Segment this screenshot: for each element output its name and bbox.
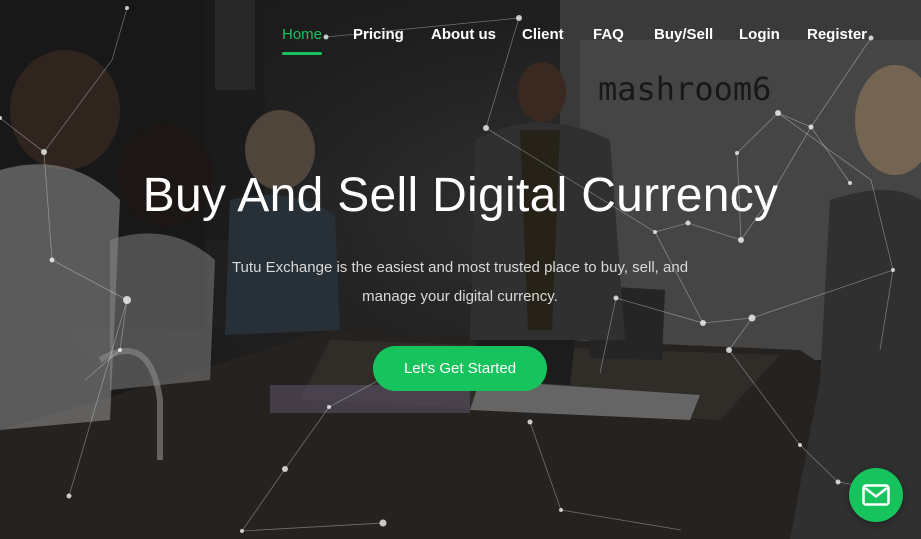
hero-section: mashroom6 Home Pricing About us Client F… <box>0 0 921 539</box>
hero-title: Buy And Sell Digital Currency <box>142 169 779 222</box>
chat-widget-button[interactable] <box>849 468 903 522</box>
main-nav: Home Pricing About us Client FAQ Buy/Sel… <box>270 26 891 56</box>
nav-item-about-us[interactable]: About us <box>431 26 496 43</box>
get-started-button[interactable]: Let's Get Started <box>373 346 547 391</box>
nav-item-client[interactable]: Client <box>522 26 564 43</box>
nav-item-faq[interactable]: FAQ <box>593 26 624 43</box>
nav-item-register[interactable]: Register <box>807 26 867 43</box>
envelope-icon <box>862 484 890 506</box>
nav-item-buy-sell[interactable]: Buy/Sell <box>654 26 713 43</box>
nav-item-pricing[interactable]: Pricing <box>353 26 404 43</box>
hero-subtitle: Tutu Exchange is the easiest and most tr… <box>231 259 689 305</box>
nav-active-indicator <box>282 52 322 55</box>
nav-item-home[interactable]: Home <box>282 26 322 43</box>
nav-item-login[interactable]: Login <box>739 26 780 43</box>
